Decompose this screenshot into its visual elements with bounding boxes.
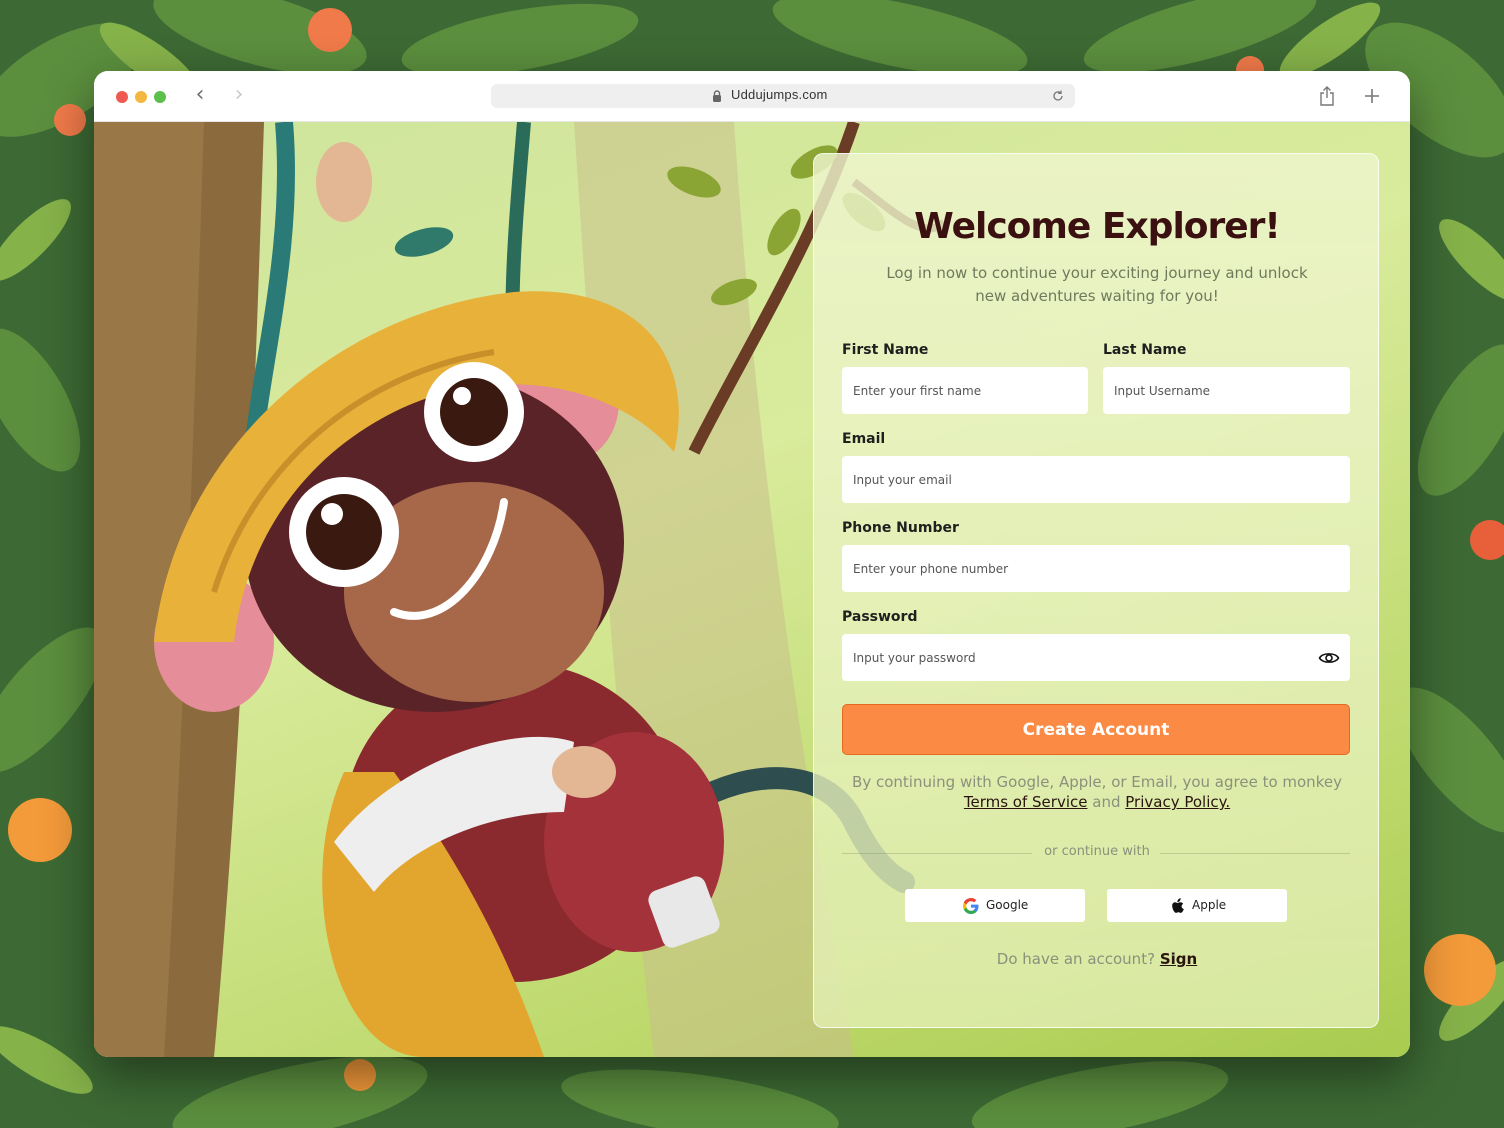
minimize-window-button[interactable]: [135, 91, 147, 103]
divider-right: [1160, 853, 1350, 854]
google-icon: [963, 898, 979, 914]
signin-prompt: Do have an account? Sign: [814, 950, 1380, 968]
first-name-label: First Name: [842, 342, 929, 358]
signin-prompt-text: Do have an account?: [996, 950, 1156, 968]
terms-of-service-link[interactable]: Terms of Service: [964, 793, 1088, 811]
page-subtitle: Log in now to continue your exciting jou…: [886, 264, 1308, 305]
lock-icon: [713, 90, 721, 102]
show-password-eye-icon[interactable]: [1318, 650, 1340, 666]
new-tab-icon[interactable]: [1362, 86, 1382, 106]
phone-label: Phone Number: [842, 520, 959, 536]
privacy-policy-link[interactable]: Privacy Policy.: [1125, 793, 1230, 811]
reload-icon[interactable]: [1051, 89, 1065, 103]
password-label: Password: [842, 609, 918, 625]
email-label: Email: [842, 431, 886, 447]
back-icon[interactable]: ‹: [188, 84, 212, 108]
apple-button-label: Apple: [1192, 898, 1227, 912]
last-name-field[interactable]: [1103, 367, 1350, 414]
share-icon[interactable]: [1317, 85, 1337, 107]
apple-icon: [1172, 898, 1184, 913]
sign-in-link[interactable]: Sign: [1160, 950, 1197, 968]
password-field[interactable]: [842, 634, 1350, 681]
email-field[interactable]: [842, 456, 1350, 503]
consent-text: By continuing with Google, Apple, or Ema…: [852, 773, 1342, 791]
page-content: Welcome Explorer! Log in now to continue…: [94, 122, 1410, 1057]
phone-field[interactable]: [842, 545, 1350, 592]
forward-icon[interactable]: ›: [227, 84, 251, 108]
apple-button[interactable]: Apple: [1107, 889, 1287, 922]
browser-toolbar: ‹ › Uddujumps.com: [94, 71, 1410, 122]
zoom-window-button[interactable]: [154, 91, 166, 103]
close-window-button[interactable]: [116, 91, 128, 103]
last-name-label: Last Name: [1103, 342, 1187, 358]
url-text: Uddujumps.com: [731, 87, 828, 102]
page-title: Welcome Explorer!: [914, 206, 1281, 247]
address-bar[interactable]: Uddujumps.com: [491, 84, 1075, 108]
signup-card: Welcome Explorer! Log in now to continue…: [813, 153, 1379, 1028]
first-name-field[interactable]: [842, 367, 1088, 414]
google-button-label: Google: [986, 898, 1029, 912]
create-account-button[interactable]: Create Account: [842, 704, 1350, 755]
or-continue-with-divider: or continue with: [1044, 844, 1150, 859]
google-button[interactable]: Google: [905, 889, 1085, 922]
terms-consent: By continuing with Google, Apple, or Ema…: [844, 772, 1350, 812]
browser-window: ‹ › Uddujumps.com Welcome Explorer! Log …: [94, 71, 1410, 1057]
consent-and-text: and: [1092, 793, 1121, 811]
